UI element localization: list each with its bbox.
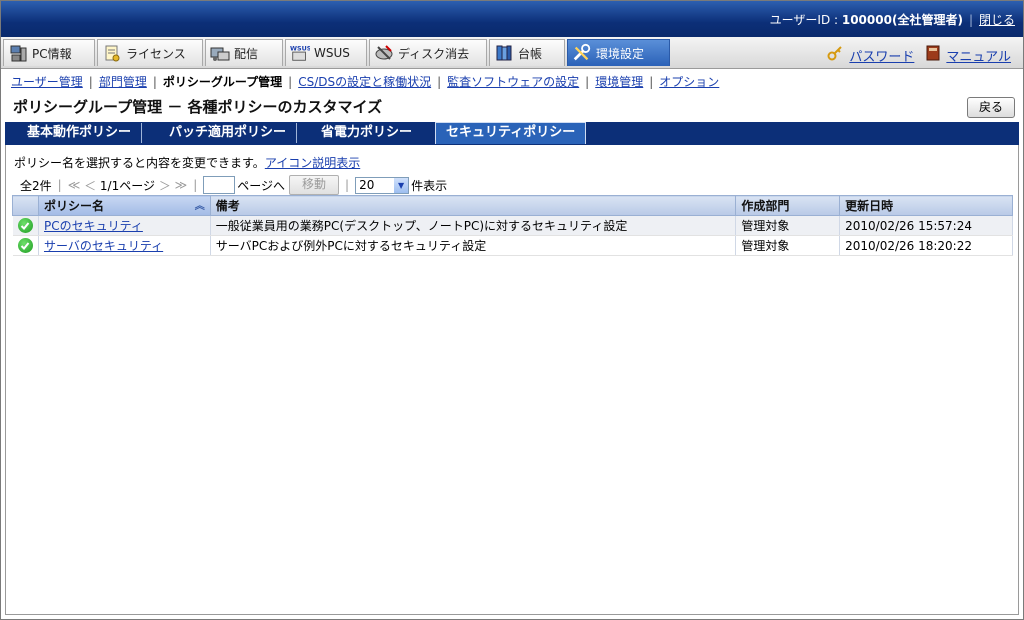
- tab-disk-erase[interactable]: ディスク消去: [369, 39, 487, 66]
- column-policy-name[interactable]: ポリシー名 ︽: [37, 195, 211, 216]
- license-icon: [102, 43, 122, 63]
- subnav-policy-group-management: ポリシーグループ管理: [162, 75, 283, 89]
- tab-patch-policy[interactable]: パッチ適用ポリシー: [159, 123, 298, 143]
- pager: 全2件 | ≪ ＜ 1/1ページ ＞ ≫ | ページへ 移動 | 20 ▼ 件表示: [20, 175, 447, 195]
- per-page-select[interactable]: 20 ▼: [355, 176, 410, 194]
- tab-disk-erase-label: ディスク消去: [398, 46, 470, 61]
- page-title: ポリシーグループ管理 － 各種ポリシーのカスタマイズ: [13, 98, 383, 116]
- table-row: PCのセキュリティ 一般従業員用の業務PC(デスクトップ、ノートPC)に対するセ…: [12, 215, 1013, 236]
- password-link[interactable]: パスワード: [849, 46, 914, 65]
- hint-text: ポリシー名を選択すると内容を変更できます。アイコン説明表示: [14, 154, 360, 171]
- top-header: ユーザーID : 100000(全社管理者) | 閉じる: [1, 1, 1023, 37]
- subnav-user-management[interactable]: ユーザー管理: [11, 75, 83, 89]
- distribution-icon: [210, 43, 230, 63]
- tab-wsus-label: WSUS: [314, 46, 350, 60]
- per-page-value: 20: [359, 178, 375, 192]
- tab-distribution[interactable]: 配信: [205, 39, 283, 66]
- policy-tabs: 基本動作ポリシー パッチ適用ポリシー 省電力ポリシー セキュリティポリシー: [5, 122, 1019, 145]
- subnav-cs-ds-settings[interactable]: CS/DSの設定と稼働状況: [298, 75, 431, 89]
- tab-pc-info-label: PC情報: [32, 46, 72, 61]
- user-id-value: 100000(全社管理者): [841, 13, 963, 27]
- check-icon: [17, 218, 33, 233]
- tab-security-policy[interactable]: セキュリティポリシー: [435, 122, 587, 144]
- policy-department: 管理対象: [735, 215, 841, 236]
- wsus-icon: WSUS: [290, 43, 310, 63]
- policy-updated: 2010/02/26 15:57:24: [839, 215, 1013, 236]
- table-row: サーバのセキュリティ サーバPCおよび例外PCに対するセキュリティ設定 管理対象…: [12, 235, 1013, 256]
- column-department[interactable]: 作成部門: [735, 195, 841, 216]
- icon-legend-link[interactable]: アイコン説明表示: [265, 156, 360, 170]
- sub-navigation: ユーザー管理 | 部門管理 | ポリシーグループ管理 | CS/DSの設定と稼働状況 | 監査ソ…: [11, 75, 720, 89]
- policy-note: サーバPCおよび例外PCに対するセキュリティ設定: [210, 235, 737, 256]
- tab-ledger-label: 台帳: [518, 46, 543, 61]
- header-right-links: パスワード マニュアル: [827, 45, 1011, 65]
- tab-settings[interactable]: 環境設定: [567, 39, 670, 66]
- tab-license[interactable]: ライセンス: [97, 39, 203, 66]
- app-frame: ユーザーID : 100000(全社管理者) | 閉じる PC情報 ライセンス 配信…: [0, 0, 1024, 620]
- policy-name-link[interactable]: PCのセキュリティ: [44, 219, 143, 233]
- ledger-icon: [494, 43, 514, 63]
- subnav-department-management[interactable]: 部門管理: [99, 75, 147, 89]
- tab-license-label: ライセンス: [126, 46, 186, 61]
- subnav-environment-management[interactable]: 環境管理: [595, 75, 643, 89]
- column-updated[interactable]: 更新日時: [839, 195, 1013, 216]
- check-icon: [17, 238, 33, 253]
- tab-wsus[interactable]: WSUS WSUS: [285, 39, 367, 66]
- total-count: 全2件: [20, 178, 52, 193]
- tab-distribution-label: 配信: [234, 46, 259, 61]
- page-info: 1/1ページ: [99, 178, 155, 193]
- next-page-button[interactable]: ＞: [159, 177, 171, 194]
- settings-icon: [572, 43, 592, 63]
- title-row: ポリシーグループ管理 － 各種ポリシーのカスタマイズ 戻る: [1, 94, 1023, 121]
- key-icon: [827, 45, 843, 65]
- subnav-options[interactable]: オプション: [659, 75, 719, 89]
- column-note[interactable]: 備考: [209, 195, 737, 216]
- policy-name-link[interactable]: サーバのセキュリティ: [44, 239, 163, 253]
- sort-asc-icon: ︽: [194, 201, 205, 212]
- goto-page-label: ページへ: [237, 178, 286, 193]
- chevron-down-icon: ▼: [394, 177, 409, 193]
- pc-icon: [8, 43, 28, 63]
- page-number-input[interactable]: [203, 176, 236, 194]
- column-status: [12, 195, 39, 216]
- manual-book-icon: [926, 45, 940, 65]
- close-link[interactable]: 閉じる: [979, 13, 1015, 27]
- hint-message: ポリシー名を選択すると内容を変更できます。: [14, 156, 265, 170]
- policy-note: 一般従業員用の業務PC(デスクトップ、ノートPC)に対するセキュリティ設定: [210, 215, 737, 236]
- move-button[interactable]: 移動: [289, 175, 340, 195]
- tab-power-saving-policy[interactable]: 省電力ポリシー: [311, 123, 422, 143]
- table-header-row: ポリシー名 ︽ 備考 作成部門 更新日時: [12, 195, 1013, 216]
- last-page-button[interactable]: ≫: [175, 178, 188, 192]
- policy-department: 管理対象: [735, 235, 841, 256]
- content-panel: ポリシー名を選択すると内容を変更できます。アイコン説明表示 全2件 | ≪ ＜ …: [5, 145, 1019, 615]
- tab-ledger[interactable]: 台帳: [489, 39, 565, 66]
- subnav-audit-software-settings[interactable]: 監査ソフトウェアの設定: [447, 75, 579, 89]
- user-id-label: ユーザーID :: [769, 13, 842, 27]
- back-button[interactable]: 戻る: [967, 97, 1015, 118]
- first-page-button[interactable]: ≪: [68, 178, 81, 192]
- policy-table: ポリシー名 ︽ 備考 作成部門 更新日時 PCのセキュリティ 一般従業員用の業務P…: [12, 195, 1013, 256]
- policy-updated: 2010/02/26 18:20:22: [839, 235, 1013, 256]
- user-info: ユーザーID : 100000(全社管理者) | 閉じる: [769, 13, 1015, 27]
- tab-basic-policy[interactable]: 基本動作ポリシー: [17, 123, 143, 143]
- tab-settings-label: 環境設定: [596, 46, 645, 61]
- svg-text:WSUS: WSUS: [290, 45, 310, 52]
- manual-link[interactable]: マニュアル: [946, 46, 1011, 65]
- tab-pc-info[interactable]: PC情報: [3, 39, 95, 66]
- per-page-suffix: 件表示: [411, 178, 448, 193]
- prev-page-button[interactable]: ＜: [84, 177, 96, 194]
- disk-erase-icon: [374, 43, 394, 63]
